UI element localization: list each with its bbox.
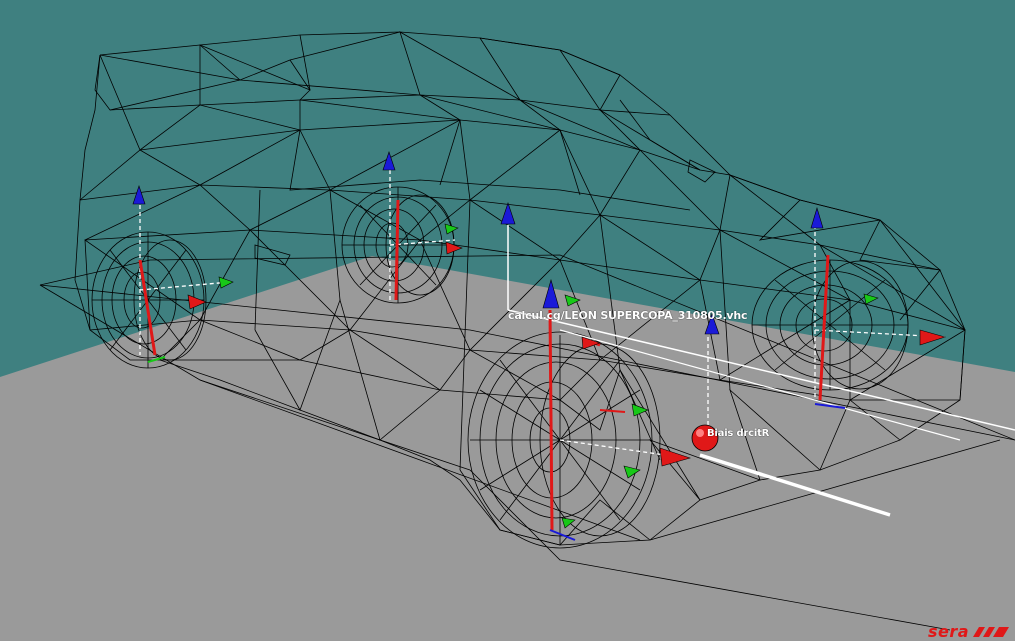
sera-logo: sera [928,624,1011,640]
node-label[interactable]: Biais drcitR [707,428,769,439]
model-file-label: calcul.cg/LEON SUPERCOPA_310805.vhc [508,309,748,322]
3d-viewport[interactable]: calcul.cg/LEON SUPERCOPA_310805.vhc Biai… [0,0,1015,641]
node-sphere-highlight [696,429,704,437]
logo-mark-icon [973,627,1009,637]
logo-text: sera [927,622,969,641]
